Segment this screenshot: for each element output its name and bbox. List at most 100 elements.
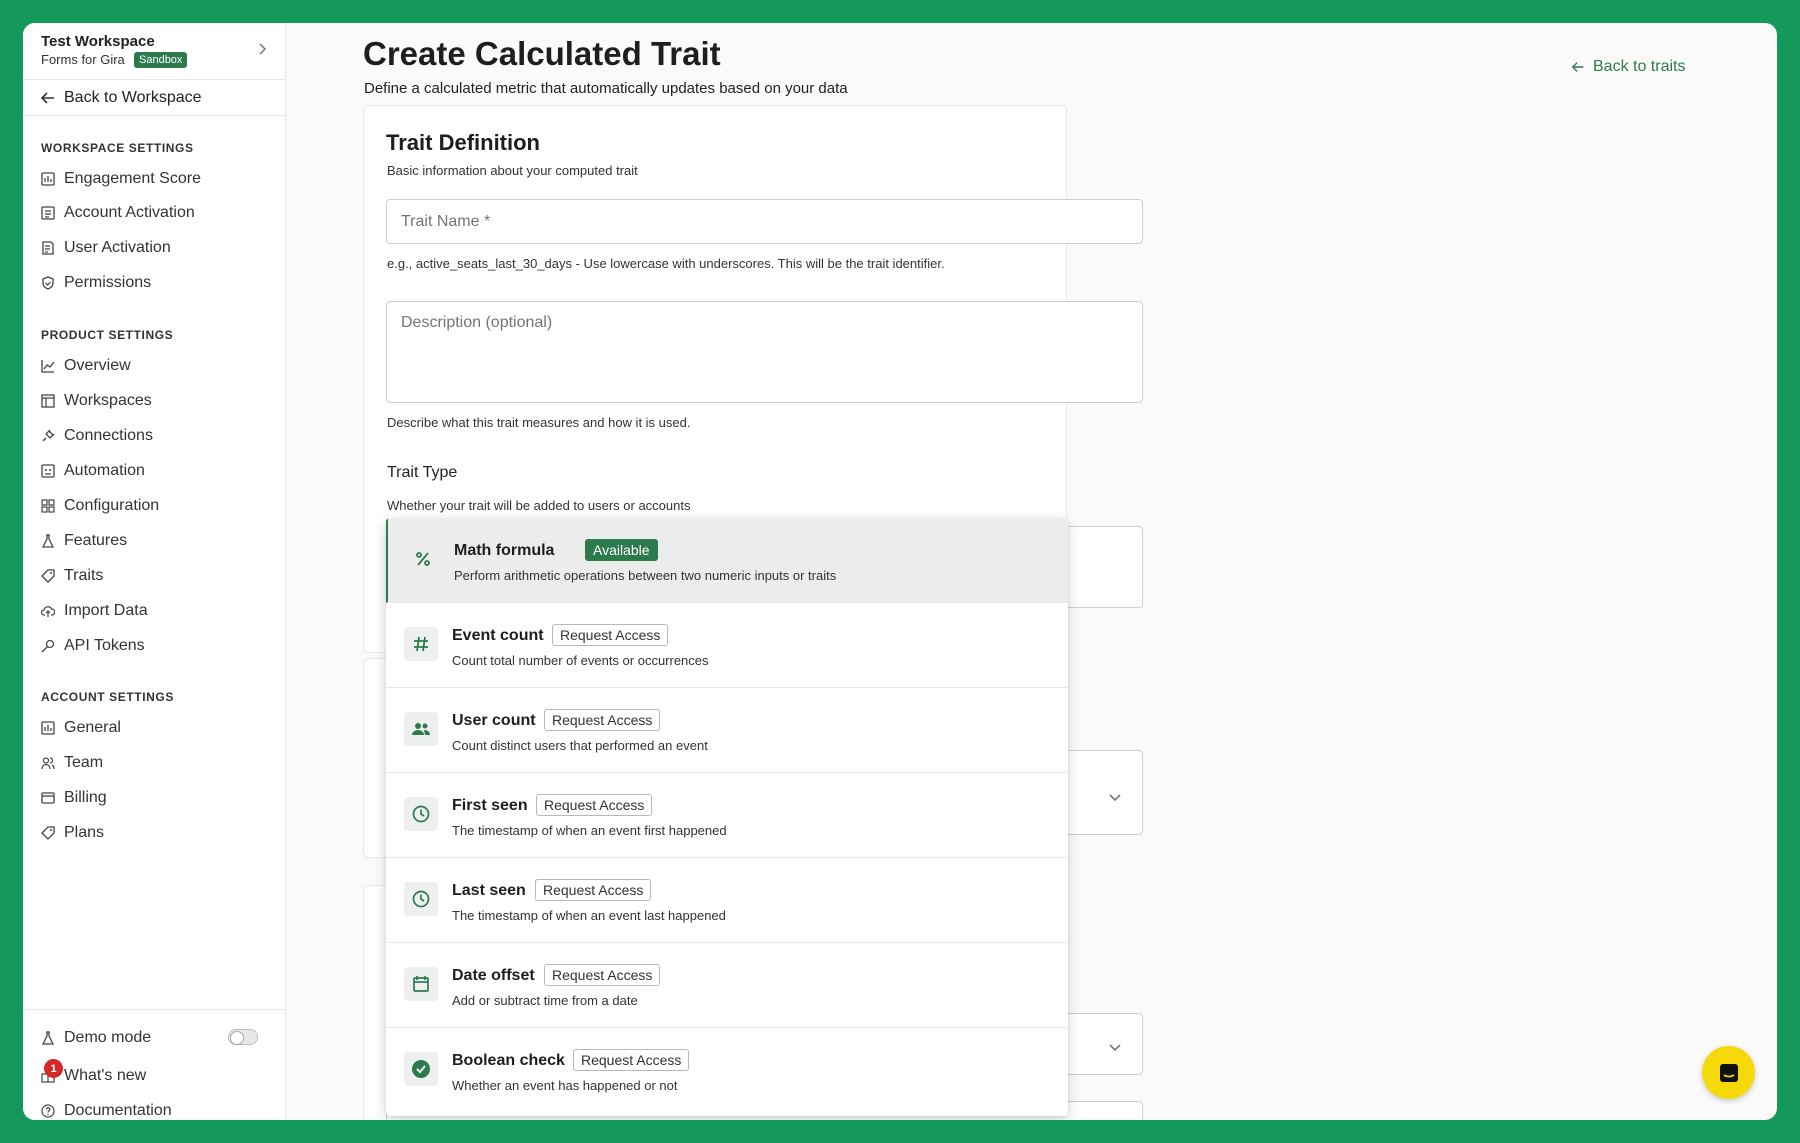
page-title: Create Calculated Trait <box>363 35 721 72</box>
sidebar-item-label: Configuration <box>64 497 160 514</box>
hash-icon <box>404 627 438 661</box>
users-icon <box>40 755 56 771</box>
option-user-count[interactable]: User count Request Access Count distinct… <box>386 688 1068 773</box>
demo-mode-row: Demo mode <box>40 1025 151 1051</box>
sandbox-badge: Sandbox <box>134 52 188 68</box>
back-to-traits-link[interactable]: Back to traits <box>1571 58 1685 76</box>
score-icon <box>40 720 56 736</box>
request-access-button[interactable]: Request Access <box>536 794 653 816</box>
available-badge: Available <box>585 539 658 561</box>
request-access-button[interactable]: Request Access <box>573 1049 690 1071</box>
description-input[interactable] <box>386 301 1143 403</box>
request-access-button[interactable]: Request Access <box>535 879 652 901</box>
product-settings-heading: PRODUCT SETTINGS <box>41 328 174 342</box>
sidebar-item-team[interactable]: Team <box>40 750 103 776</box>
sidebar-item-engagement-score[interactable]: Engagement Score <box>40 166 201 192</box>
sidebar-item-label: Workspaces <box>64 392 152 409</box>
request-access-button[interactable]: Request Access <box>544 709 661 731</box>
sidebar-footer-divider <box>23 1009 286 1010</box>
robot-icon <box>40 463 56 479</box>
sidebar-item-label: Features <box>64 532 128 549</box>
back-to-workspace-link[interactable]: Back to Workspace <box>23 80 286 116</box>
sidebar-item-label: Traits <box>64 567 104 584</box>
option-last-seen[interactable]: Last seen Request Access The timestamp o… <box>386 858 1068 943</box>
workspace-settings-heading: WORKSPACE SETTINGS <box>41 141 194 155</box>
percent-icon <box>406 542 440 576</box>
arrow-left-icon <box>1571 62 1584 72</box>
sidebar-item-traits[interactable]: Traits <box>40 563 103 589</box>
card-icon <box>40 790 56 806</box>
flask-icon <box>40 1030 56 1046</box>
sidebar-item-user-activation[interactable]: User Activation <box>40 235 171 261</box>
option-date-offset[interactable]: Date offset Request Access Add or subtra… <box>386 943 1068 1028</box>
sidebar-item-label: Plans <box>64 824 105 841</box>
sidebar-item-import-data[interactable]: Import Data <box>40 598 148 624</box>
option-description: The timestamp of when an event first hap… <box>452 823 727 838</box>
option-title: Boolean check <box>452 1052 565 1069</box>
option-math-formula[interactable]: Math formula Available Perform arithmeti… <box>386 518 1068 603</box>
sidebar-item-permissions[interactable]: Permissions <box>40 270 151 296</box>
trait-name-input[interactable] <box>386 199 1143 244</box>
trait-type-label: Trait Type <box>387 464 458 481</box>
help-circle-icon <box>40 1103 56 1119</box>
option-description: Add or subtract time from a date <box>452 993 638 1008</box>
sidebar-item-configuration[interactable]: Configuration <box>40 493 159 519</box>
option-title: User count <box>452 712 536 729</box>
sidebar-item-overview[interactable]: Overview <box>40 353 131 379</box>
sidebar-item-features[interactable]: Features <box>40 528 127 554</box>
back-to-workspace-label: Back to Workspace <box>64 88 202 106</box>
plug-icon <box>40 428 56 444</box>
sidebar-item-general[interactable]: General <box>40 715 121 741</box>
sidebar-item-billing[interactable]: Billing <box>40 785 107 811</box>
sidebar-item-account-activation[interactable]: Account Activation <box>40 200 195 226</box>
sidebar-item-connections[interactable]: Connections <box>40 423 153 449</box>
notification-badge: 1 <box>44 1059 63 1078</box>
sidebar-item-label: Team <box>64 754 104 771</box>
option-title: Math formula <box>454 542 555 559</box>
request-access-button[interactable]: Request Access <box>544 964 661 986</box>
sidebar-item-label: Import Data <box>64 602 148 619</box>
option-description: Whether an event has happened or not <box>452 1078 678 1093</box>
option-event-count[interactable]: Event count Request Access Count total n… <box>386 603 1068 688</box>
option-description: Count total number of events or occurren… <box>452 653 709 668</box>
score-icon <box>40 171 56 187</box>
arrow-left-icon <box>40 91 54 104</box>
sidebar-item-label: API Tokens <box>64 637 145 654</box>
flask-icon <box>40 533 56 549</box>
sidebar-item-api-tokens[interactable]: API Tokens <box>40 633 145 659</box>
option-first-seen[interactable]: First seen Request Access The timestamp … <box>386 773 1068 858</box>
workspace-switcher[interactable]: Test Workspace Forms for Gira Sandbox <box>23 23 286 80</box>
chevron-down-icon <box>1109 1044 1121 1052</box>
sidebar-item-label: Engagement Score <box>64 170 201 187</box>
description-helper: Describe what this trait measures and ho… <box>387 415 691 430</box>
sidebar-item-label: What's new <box>64 1067 147 1084</box>
sidebar-item-label: Billing <box>64 789 107 806</box>
trait-definition-title: Trait Definition <box>386 130 540 155</box>
sidebar-item-documentation[interactable]: Documentation <box>40 1098 172 1120</box>
chat-button[interactable] <box>1702 1046 1755 1099</box>
option-description: Count distinct users that performed an e… <box>452 738 708 753</box>
cloud-upload-icon <box>40 603 56 619</box>
app-window: Test Workspace Forms for Gira Sandbox Ba… <box>23 23 1777 1120</box>
sidebar-item-label: Connections <box>64 427 153 444</box>
clock-icon <box>404 797 438 831</box>
chart-icon <box>40 358 56 374</box>
sidebar-item-workspaces[interactable]: Workspaces <box>40 388 152 414</box>
sidebar-item-automation[interactable]: Automation <box>40 458 145 484</box>
option-title: First seen <box>452 797 528 814</box>
sidebar-item-plans[interactable]: Plans <box>40 820 104 846</box>
sidebar-item-label: Permissions <box>64 274 152 291</box>
sidebar-item-label: Automation <box>64 462 145 479</box>
trait-type-dropdown: Math formula Available Perform arithmeti… <box>386 518 1068 1116</box>
sidebar-item-label: Overview <box>64 357 131 374</box>
trait-definition-subtitle: Basic information about your computed tr… <box>387 163 638 178</box>
table-icon <box>40 393 56 409</box>
request-access-button[interactable]: Request Access <box>552 624 669 646</box>
option-title: Date offset <box>452 967 535 984</box>
back-to-traits-label: Back to traits <box>1593 58 1686 75</box>
calendar-icon <box>404 967 438 1001</box>
demo-mode-label: Demo mode <box>64 1029 152 1046</box>
demo-mode-toggle[interactable] <box>228 1029 258 1045</box>
option-boolean-check[interactable]: Boolean check Request Access Whether an … <box>386 1028 1068 1113</box>
page-subtitle: Define a calculated metric that automati… <box>364 80 848 97</box>
